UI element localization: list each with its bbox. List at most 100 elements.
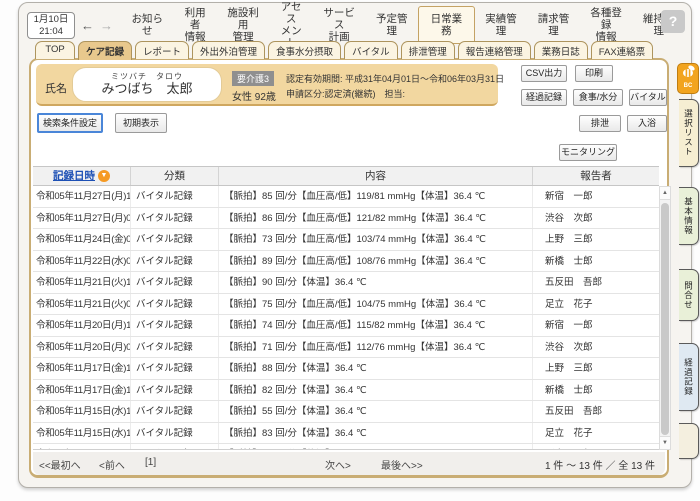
record-row-6[interactable]: 令和05年11月21日(火)09:42バイタル記録【脈拍】75 回/分【血圧高/… [33,294,659,316]
tab-6[interactable]: バイタル [344,41,398,59]
cert-period: 認定有効期間: 平成31年04月01日～令和06年03月31日 [286,72,504,85]
record-row-13[interactable]: 令和05年11月13日(月)09:13バイタル記録【脈拍】42 回/分【体温】3… [33,444,659,450]
menu-item-10[interactable]: 各種登録 情報 [580,4,633,46]
menu-item-3[interactable]: 施設利用 管理 [217,4,270,46]
tab-8[interactable]: 報告連絡管理 [458,41,531,59]
forward-arrow-icon[interactable]: → [100,18,113,33]
bee-icon [679,64,697,80]
header-content: 内容 [219,167,533,185]
pagination-prev-link[interactable]: <前へ [99,457,125,472]
cell-category: バイタル記録 [131,401,219,422]
patient-info-bar: 氏名 ミツバチ タロウ みつばち 太郎 要介護3 女性 92歳 認定有効期間: … [36,64,498,106]
pagination-last-link[interactable]: 最後へ>> [381,457,423,472]
records-table: 記録日時▼ 分類 内容 報告者 令和05年11月27日(月)14:43バイタル記… [33,166,659,450]
cell-datetime: 令和05年11月21日(火)13:25 [33,272,131,293]
care-level-badge: 要介護3 [232,71,274,86]
record-row-11[interactable]: 令和05年11月15日(水)17:11バイタル記録【脈拍】55 回/分【体温】3… [33,401,659,423]
side-tab-選択リスト[interactable]: 選択リスト [679,99,699,167]
meal-water-button[interactable]: 食事/水分 [573,89,623,106]
records-table-body: 令和05年11月27日(月)14:43バイタル記録【脈拍】85 回/分【血圧高/… [33,186,659,450]
side-tab-経過記録[interactable]: 経過記録 [679,343,699,411]
menu-item-1[interactable]: お知らせ [121,10,173,40]
cell-category: バイタル記録 [131,208,219,229]
monitoring-button[interactable]: モニタリング [559,144,617,161]
cell-datetime: 令和05年11月22日(水)09:03 [33,251,131,272]
clock-time: 21:04 [28,26,74,38]
cell-datetime: 令和05年11月27日(月)09:36 [33,208,131,229]
cell-reporter: 新橋 士郎 [533,251,659,272]
clock-display: 1月10日 21:04 [27,12,75,39]
menu-item-8[interactable]: 実績管理 [475,10,528,40]
excretion-button[interactable]: 排泄 [579,115,621,132]
record-row-7[interactable]: 令和05年11月20日(月)13:49バイタル記録【脈拍】74 回/分【血圧高/… [33,315,659,337]
tab-10[interactable]: FAX連絡票 [591,41,653,59]
nav-arrows: ← → [81,18,113,33]
tab-9[interactable]: 業務日誌 [534,41,588,59]
tab-2[interactable]: ケア記録 [78,41,132,60]
tab-1[interactable]: TOP [35,41,75,59]
cell-content: 【脈拍】71 回/分【血圧高/低】112/76 mmHg【体温】36.4 ℃ [219,337,533,358]
scroll-down-icon[interactable]: ▼ [660,436,670,449]
cell-reporter: 五反田 吾郎 [533,401,659,422]
table-scrollbar[interactable]: ▲ ▼ [659,186,671,450]
side-tab-問合せ[interactable]: 問合せ [679,269,699,321]
cell-category: バイタル記録 [131,229,219,250]
record-row-9[interactable]: 令和05年11月17日(金)13:02バイタル記録【脈拍】88 回/分【体温】3… [33,358,659,380]
cell-content: 【脈拍】86 回/分【血圧高/低】121/82 mmHg【体温】36.4 ℃ [219,208,533,229]
header-reporter: 報告者 [533,167,659,185]
cell-datetime: 令和05年11月24日(金)09:57 [33,229,131,250]
menu-item-7[interactable]: 日常業務 [418,6,475,44]
csv-export-button[interactable]: CSV出力 [521,65,567,82]
tab-7[interactable]: 排泄管理 [401,41,455,59]
pagination-next-link[interactable]: 次へ> [325,457,351,472]
bath-button[interactable]: 入浴 [627,115,667,132]
header-category: 分類 [131,167,219,185]
record-row-5[interactable]: 令和05年11月21日(火)13:25バイタル記録【脈拍】90 回/分【体温】3… [33,272,659,294]
menu-item-6[interactable]: 予定管理 [365,10,418,40]
side-tab-基本情報[interactable]: 基本情報 [679,187,699,245]
bee-icon-label: BC [678,83,698,89]
cell-datetime: 令和05年11月13日(月)09:13 [33,444,131,450]
menu-item-9[interactable]: 請求管理 [527,10,580,40]
cell-content: 【脈拍】73 回/分【血圧高/低】103/74 mmHg【体温】36.4 ℃ [219,229,533,250]
vital-button[interactable]: バイタル [629,89,667,106]
scrollbar-thumb[interactable] [661,203,669,435]
cell-datetime: 令和05年11月15日(水)17:11 [33,401,131,422]
cell-reporter: 上野 三郎 [533,358,659,379]
cell-content: 【脈拍】85 回/分【血圧高/低】119/81 mmHg【体温】36.4 ℃ [219,186,533,207]
records-table-header: 記録日時▼ 分類 内容 報告者 [33,166,659,186]
side-tab-blank-5[interactable] [679,423,699,459]
cell-datetime: 令和05年11月17日(金)10:26 [33,380,131,401]
record-row-1[interactable]: 令和05年11月27日(月)14:43バイタル記録【脈拍】85 回/分【血圧高/… [33,186,659,208]
cell-reporter: 新宿 一郎 [533,444,659,450]
back-arrow-icon[interactable]: ← [81,18,94,33]
print-button[interactable]: 印刷 [575,65,613,82]
record-datetime-sort-link[interactable]: 記録日時 [53,170,95,182]
tab-5[interactable]: 食事水分摂取 [268,41,341,59]
record-row-10[interactable]: 令和05年11月17日(金)10:26バイタル記録【脈拍】82 回/分【体温】3… [33,380,659,402]
cell-reporter: 新橋 士郎 [533,380,659,401]
header-record-datetime[interactable]: 記録日時▼ [33,167,131,185]
record-row-4[interactable]: 令和05年11月22日(水)09:03バイタル記録【脈拍】89 回/分【血圧高/… [33,251,659,273]
record-row-8[interactable]: 令和05年11月20日(月)09:43バイタル記録【脈拍】71 回/分【血圧高/… [33,337,659,359]
cell-reporter: 渋谷 次郎 [533,337,659,358]
menu-item-5[interactable]: サービス 計画 [313,4,366,46]
cell-content: 【脈拍】74 回/分【血圧高/低】115/82 mmHg【体温】36.4 ℃ [219,315,533,336]
initial-display-button[interactable]: 初期表示 [115,113,167,133]
tab-4[interactable]: 外出外泊管理 [192,41,265,59]
cell-datetime: 令和05年11月15日(水)13:31 [33,423,131,444]
tab-3[interactable]: レポート [135,41,189,59]
sort-descending-icon[interactable]: ▼ [98,170,110,182]
progress-record-button[interactable]: 経過記録 [521,89,567,106]
bee-app-icon[interactable]: BC [677,63,699,94]
record-row-3[interactable]: 令和05年11月24日(金)09:57バイタル記録【脈拍】73 回/分【血圧高/… [33,229,659,251]
record-row-12[interactable]: 令和05年11月15日(水)13:31バイタル記録【脈拍】83 回/分【体温】3… [33,423,659,445]
menu-item-2[interactable]: 利用者 情報 [173,4,216,46]
cell-category: バイタル記録 [131,294,219,315]
search-condition-button[interactable]: 検索条件設定 [37,113,103,133]
pagination-first-link[interactable]: <<最初へ [39,457,81,472]
app-window: 1月10日 21:04 ← → お知らせ利用者 情報施設利用 管理アセス メント… [18,2,692,488]
scroll-up-icon[interactable]: ▲ [660,187,670,200]
name-label: 氏名 [45,80,67,96]
record-row-2[interactable]: 令和05年11月27日(月)09:36バイタル記録【脈拍】86 回/分【血圧高/… [33,208,659,230]
